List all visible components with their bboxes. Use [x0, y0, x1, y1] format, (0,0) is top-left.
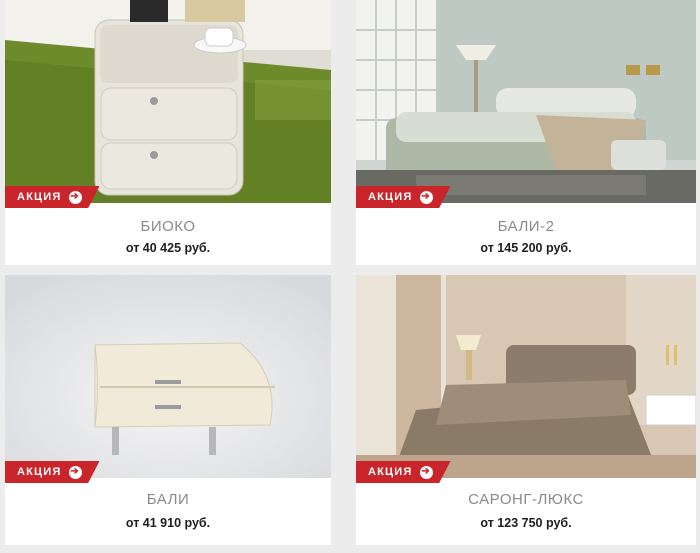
product-image-bali[interactable]: [5, 275, 331, 478]
product-grid: АКЦИЯ ➔ БИОКО от 40 425 руб. АКЦИЯ ➔ БАЛ…: [0, 0, 700, 553]
product-card-bali[interactable]: АКЦИЯ ➔ БАЛИ от 41 910 руб.: [5, 275, 331, 545]
product-price: от 145 200 руб.: [480, 241, 572, 255]
product-card-bali-2[interactable]: АКЦИЯ ➔ БАЛИ-2 от 145 200 руб.: [356, 0, 696, 265]
arrow-right-circle-icon: ➔: [419, 465, 433, 479]
product-image-sarong-lux[interactable]: [356, 275, 696, 478]
product-title[interactable]: БАЛИ-2: [356, 218, 696, 235]
promo-badge-label: АКЦИЯ: [17, 191, 62, 203]
promo-badge[interactable]: АКЦИЯ ➔: [356, 186, 451, 208]
product-card-sarong-lux[interactable]: АКЦИЯ ➔ САРОНГ-ЛЮКС от 123 750 руб.: [356, 275, 696, 545]
promo-badge-label: АКЦИЯ: [368, 466, 413, 478]
promo-badge[interactable]: АКЦИЯ ➔: [5, 186, 100, 208]
nightstand-photo: [5, 0, 331, 203]
product-image-bali-2[interactable]: [356, 0, 696, 203]
promo-badge[interactable]: АКЦИЯ ➔: [356, 461, 451, 483]
product-title[interactable]: САРОНГ-ЛЮКС: [356, 491, 696, 508]
product-image-bioko[interactable]: [5, 0, 331, 203]
product-price: от 123 750 руб.: [480, 516, 572, 530]
product-title[interactable]: БИОКО: [5, 218, 331, 235]
nightstand-photo: [5, 275, 331, 478]
promo-badge[interactable]: АКЦИЯ ➔: [5, 461, 100, 483]
bed-photo: [356, 0, 696, 203]
arrow-right-circle-icon: ➔: [68, 190, 82, 204]
product-title[interactable]: БАЛИ: [5, 491, 331, 508]
bed-photo: [356, 275, 696, 478]
promo-badge-label: АКЦИЯ: [368, 191, 413, 203]
product-card-bioko[interactable]: АКЦИЯ ➔ БИОКО от 40 425 руб.: [5, 0, 331, 265]
product-price: от 40 425 руб.: [125, 241, 211, 255]
product-price: от 41 910 руб.: [125, 516, 211, 530]
promo-badge-label: АКЦИЯ: [17, 466, 62, 478]
arrow-right-circle-icon: ➔: [68, 465, 82, 479]
arrow-right-circle-icon: ➔: [419, 190, 433, 204]
